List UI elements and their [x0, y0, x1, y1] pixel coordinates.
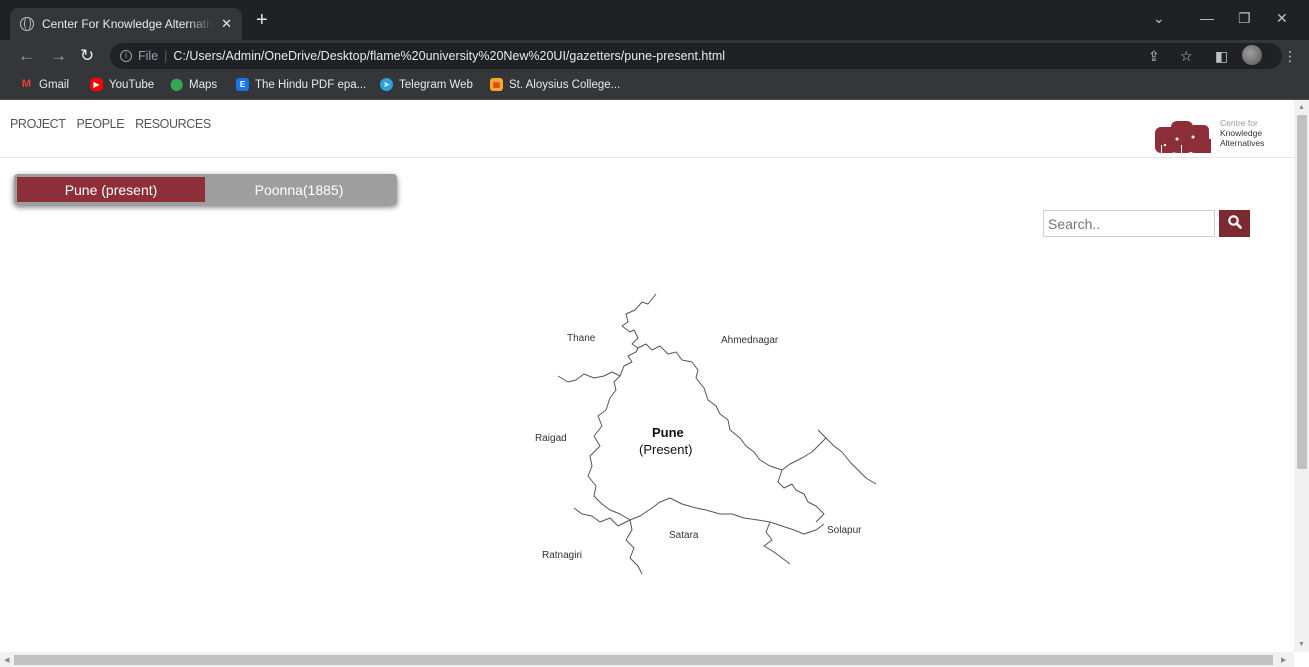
district-map[interactable]: Thane Ahmednagar Raigad Pune (Present) S…	[520, 290, 890, 580]
browser-tab[interactable]: Center For Knowledge Alternatives ✕	[10, 8, 242, 40]
web-page: PROJECT PEOPLE RESOURCES Centre for Know…	[0, 100, 1294, 652]
bookmarks-bar: M Gmail ▶ YouTube ⬤ Maps E The Hindu PDF…	[0, 72, 1309, 100]
scroll-down-arrow-icon[interactable]: ▼	[1298, 641, 1305, 648]
bookmark-label: YouTube	[109, 78, 155, 91]
nav-people[interactable]: PEOPLE	[77, 117, 125, 131]
map-boundary-north	[619, 293, 657, 377]
youtube-icon: ▶	[90, 78, 103, 91]
bookmark-label: Telegram Web	[399, 78, 473, 91]
map-boundary-east	[817, 429, 877, 485]
map-label-solapur: Solapur	[827, 525, 862, 536]
site-logo[interactable]: Centre for Knowledge Alternatives	[1153, 115, 1278, 155]
close-tab-icon[interactable]: ✕	[221, 16, 232, 32]
map-label-ahmednagar: Ahmednagar	[721, 335, 779, 346]
scroll-right-arrow-icon[interactable]: ▶	[1281, 656, 1286, 664]
gazetteer-toggle: Pune (present) Poonna(1885)	[14, 174, 397, 205]
tab-search-icon[interactable]: ⌄	[1153, 10, 1165, 27]
bookmark-the-hindu[interactable]: E The Hindu PDF epa...	[236, 78, 366, 91]
browser-tab-bar: Center For Knowledge Alternatives ✕ + ⌄ …	[0, 0, 1309, 40]
url-separator: |	[164, 49, 168, 63]
horizontal-scrollbar-thumb[interactable]	[14, 655, 1273, 665]
gmail-icon: M	[21, 78, 32, 90]
menu-kebab-icon[interactable]: ⋮	[1283, 48, 1297, 65]
map-boundary-south	[629, 497, 825, 535]
logo-line-1: Centre for	[1220, 118, 1258, 128]
browser-toolbar: ← → ↻ i File | C:/Users/Admin/OneDrive/D…	[0, 40, 1309, 72]
search-icon	[1227, 215, 1242, 229]
bookmark-gmail[interactable]: M Gmail	[20, 78, 69, 91]
bookmark-youtube[interactable]: ▶ YouTube	[90, 78, 154, 91]
bookmark-telegram[interactable]: ➤ Telegram Web	[380, 78, 473, 91]
nav-resources[interactable]: RESOURCES	[135, 117, 211, 131]
map-river-solapur	[763, 521, 791, 565]
logo-text: Centre for Knowledge Alternatives	[1220, 118, 1264, 148]
site-info-icon[interactable]: i	[120, 50, 132, 62]
pune-district-map: Thane Ahmednagar Raigad Pune (Present) S…	[535, 293, 877, 575]
bookmark-star-icon[interactable]: ☆	[1180, 48, 1193, 65]
url-scheme-label: File	[138, 49, 159, 63]
map-boundary-thane-spur	[557, 371, 621, 383]
map-title-pune: Pune	[652, 425, 684, 440]
window-close-icon[interactable]: ✕	[1276, 10, 1288, 27]
bookmark-label: Gmail	[39, 78, 70, 91]
header-divider	[0, 157, 1294, 158]
scroll-up-arrow-icon[interactable]: ▲	[1298, 104, 1305, 111]
toggle-poonna-1885[interactable]: Poonna(1885)	[205, 177, 393, 202]
profile-avatar[interactable]	[1242, 45, 1262, 65]
map-label-ratnagiri: Ratnagiri	[542, 550, 582, 561]
map-river-satara	[625, 519, 643, 575]
maps-icon: ⬤	[170, 77, 184, 91]
search-input[interactable]	[1043, 210, 1215, 237]
toggle-pune-present[interactable]: Pune (present)	[17, 177, 205, 202]
bookmark-label: St. Aloysius College...	[509, 78, 621, 91]
new-tab-button[interactable]: +	[256, 10, 268, 30]
restore-icon[interactable]: ❐	[1238, 10, 1251, 27]
side-panel-icon[interactable]: ◧	[1215, 48, 1228, 65]
bookmark-st-aloysius[interactable]: ▦ St. Aloysius College...	[490, 78, 620, 91]
tab-title: Center For Knowledge Alternatives	[42, 17, 214, 31]
reload-icon[interactable]: ↻	[80, 46, 94, 66]
map-subtitle-present: (Present)	[639, 442, 692, 457]
search-button[interactable]	[1219, 210, 1250, 237]
bookmark-label: The Hindu PDF epa...	[255, 78, 367, 91]
nav-project[interactable]: PROJECT	[10, 117, 66, 131]
bookmark-maps[interactable]: ⬤ Maps	[170, 78, 217, 91]
map-boundary-east-2	[777, 469, 825, 523]
forward-icon[interactable]: →	[50, 46, 67, 66]
logo-mark-icon	[1155, 121, 1211, 153]
map-boundary-west	[587, 375, 631, 521]
telegram-icon: ➤	[380, 78, 393, 91]
map-label-raigad: Raigad	[535, 433, 567, 444]
map-river-ratnagiri	[573, 507, 631, 527]
vertical-scrollbar-thumb[interactable]	[1297, 115, 1307, 469]
bookmark-label: Maps	[189, 78, 218, 91]
logo-line-2: Knowledge	[1220, 128, 1263, 138]
minimize-icon[interactable]: —	[1200, 10, 1214, 26]
map-label-thane: Thane	[567, 333, 596, 344]
map-label-satara: Satara	[669, 530, 699, 541]
logo-line-3: Alternatives	[1220, 138, 1265, 148]
share-icon[interactable]: ⇪	[1148, 48, 1160, 65]
url-text[interactable]: C:/Users/Admin/OneDrive/Desktop/flame%20…	[173, 49, 725, 63]
college-icon: ▦	[490, 78, 503, 91]
site-nav: PROJECT PEOPLE RESOURCES	[10, 117, 211, 131]
globe-icon	[20, 17, 34, 31]
address-bar[interactable]: i File | C:/Users/Admin/OneDrive/Desktop…	[110, 43, 1282, 69]
back-icon[interactable]: ←	[18, 46, 35, 66]
scroll-left-arrow-icon[interactable]: ◀	[4, 656, 9, 664]
letter-e-icon: E	[236, 78, 249, 91]
